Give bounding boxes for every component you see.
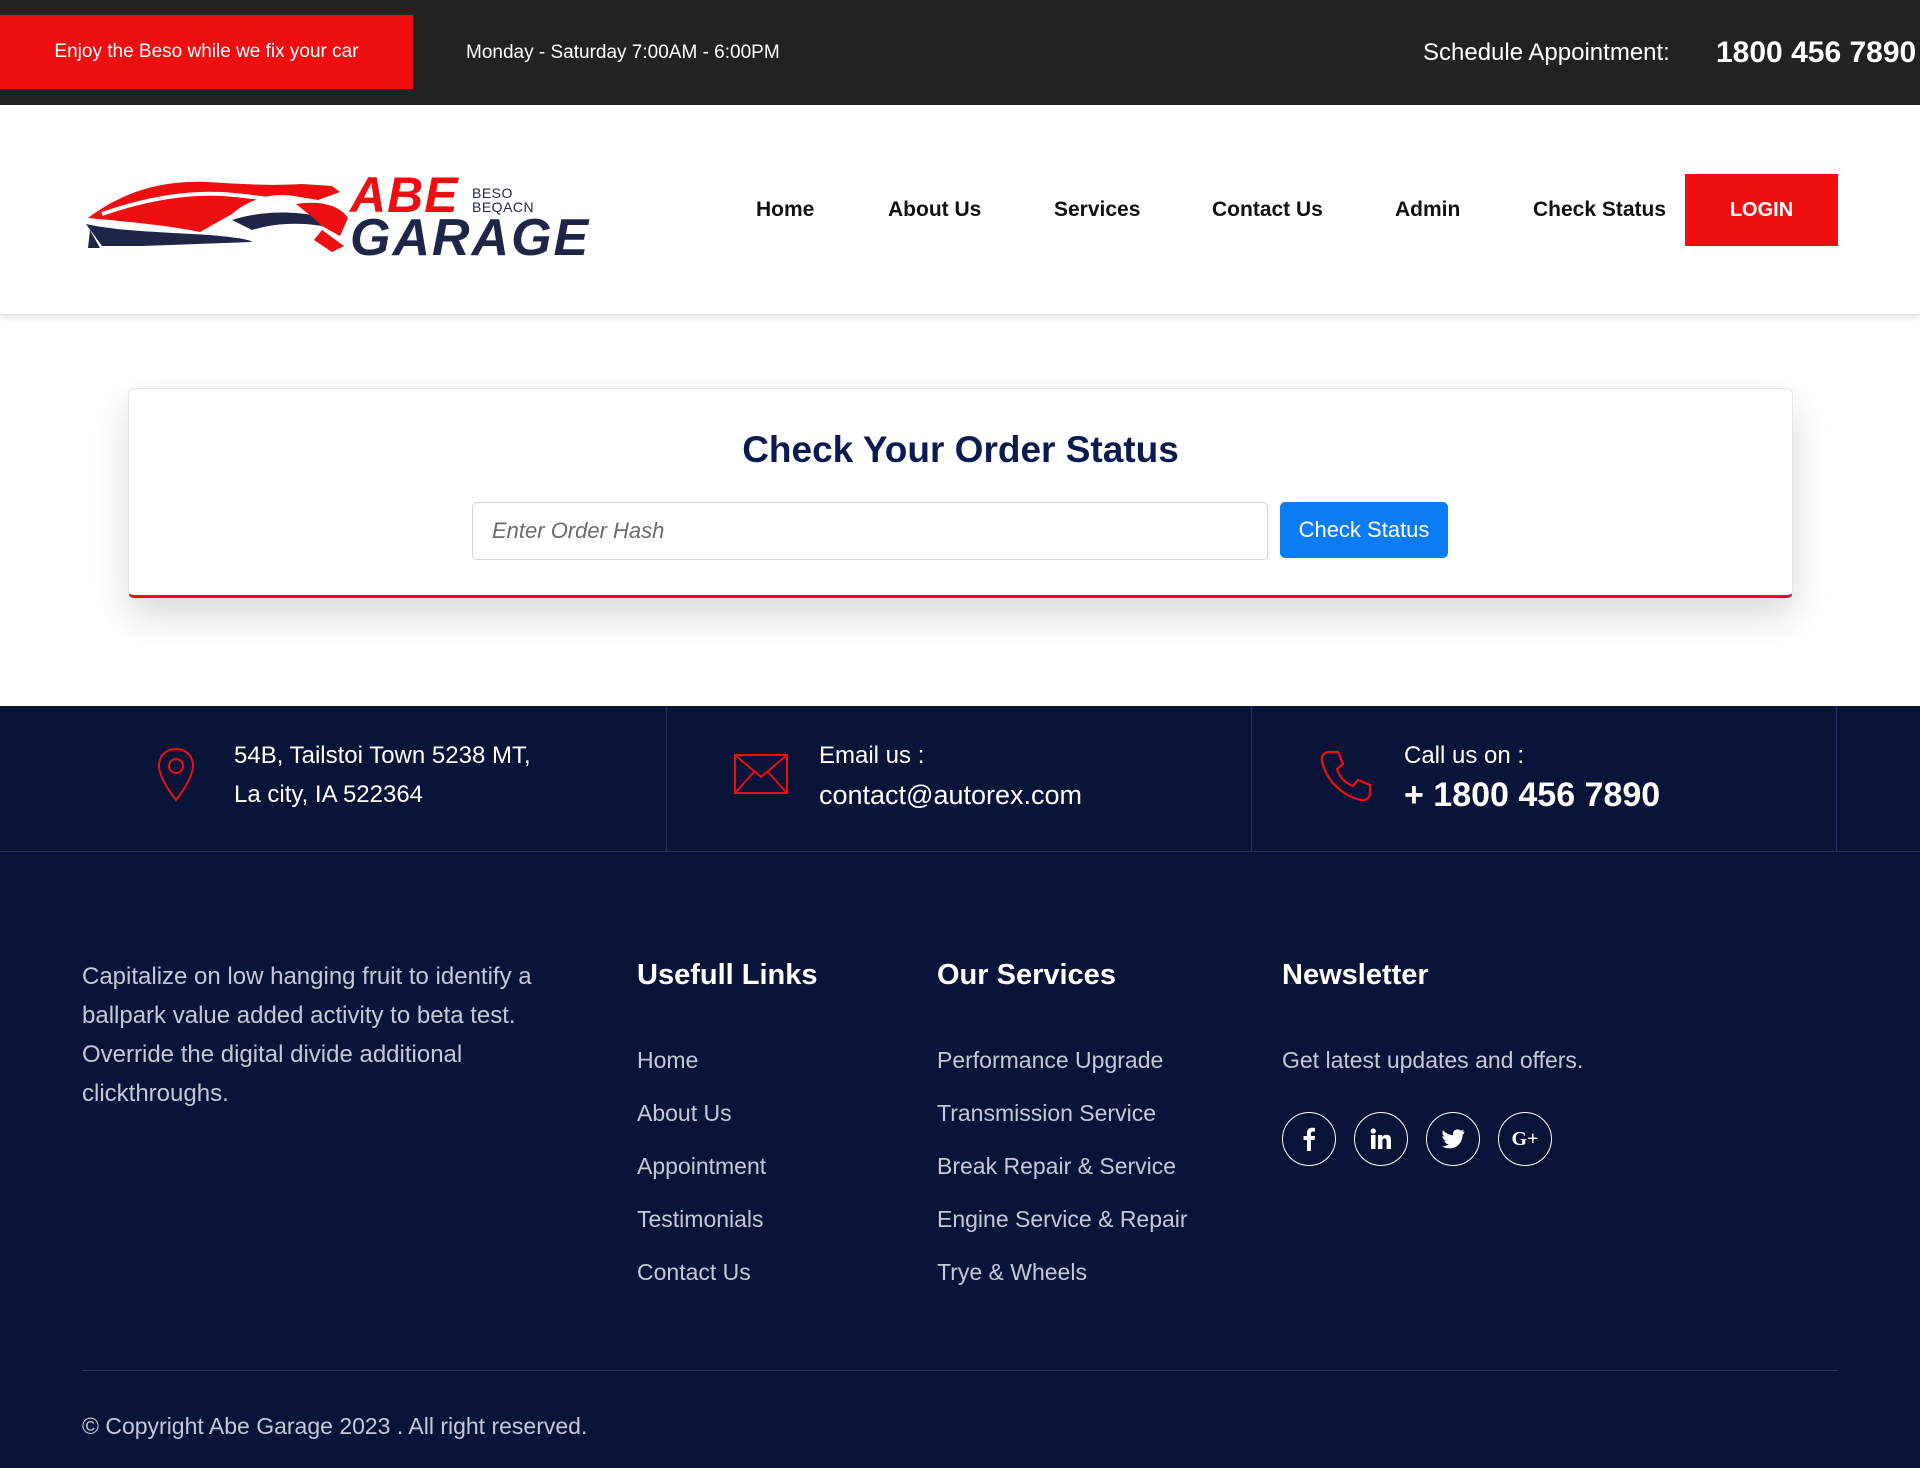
nav-admin[interactable]: Admin [1395,105,1460,315]
opening-hours: Monday - Saturday 7:00AM - 6:00PM [466,41,780,63]
login-button[interactable]: LOGIN [1685,174,1838,246]
facebook-icon[interactable] [1282,1112,1336,1166]
google-plus-icon[interactable]: G+ [1498,1112,1552,1166]
car-logo-icon [86,181,348,252]
check-status-button[interactable]: Check Status [1280,502,1448,558]
service-link-engine-service[interactable]: Engine Service & Repair [937,1206,1188,1259]
promo-banner: Enjoy the Beso while we fix your car [0,15,413,89]
order-status-title: Check Your Order Status [742,429,1179,470]
contact-email: Email us : contact@autorex.com [666,706,1251,852]
our-services-title: Our Services [937,959,1116,991]
nav-contact-us[interactable]: Contact Us [1212,105,1323,315]
site-header: ABE BESO BEQACN GARAGE Home About Us Ser… [0,105,1920,315]
site-footer: Capitalize on low hanging fruit to ident… [0,852,1920,1468]
service-link-performance-upgrade[interactable]: Performance Upgrade [937,1047,1188,1100]
service-link-break-repair[interactable]: Break Repair & Service [937,1153,1188,1206]
call-number[interactable]: + 1800 456 7890 [1404,776,1660,815]
footer-link-testimonials[interactable]: Testimonials [637,1206,766,1259]
address-line-1: 54B, Tailstoi Town 5238 MT, [234,742,531,769]
service-link-transmission[interactable]: Transmission Service [937,1100,1188,1153]
top-bar: Enjoy the Beso while we fix your car Mon… [0,0,1920,105]
linkedin-icon[interactable] [1354,1112,1408,1166]
order-hash-input[interactable] [472,502,1268,560]
footer-link-appointment[interactable]: Appointment [637,1153,766,1206]
contact-phone: Call us on : + 1800 456 7890 [1251,706,1836,852]
schedule-appointment-label: Schedule Appointment: [1423,38,1670,66]
useful-links-list: Home About Us Appointment Testimonials C… [637,1047,766,1312]
order-status-card: Check Your Order Status Check Status [128,388,1793,598]
footer-divider [82,1370,1838,1371]
email-address[interactable]: contact@autorex.com [819,780,1082,811]
our-services-list: Performance Upgrade Transmission Service… [937,1047,1188,1312]
envelope-icon [734,754,788,794]
nav-about-us[interactable]: About Us [888,105,981,315]
copyright-text: © Copyright Abe Garage 2023 . All right … [82,1413,588,1439]
contact-address: 54B, Tailstoi Town 5238 MT, La city, IA … [0,706,666,852]
footer-link-about-us[interactable]: About Us [637,1100,766,1153]
contact-info-strip: 54B, Tailstoi Town 5238 MT, La city, IA … [0,706,1920,852]
site-logo[interactable]: ABE BESO BEQACN GARAGE [82,160,588,265]
newsletter-text: Get latest updates and offers. [1282,1047,1584,1073]
footer-about-text: Capitalize on low hanging fruit to ident… [82,963,532,1107]
newsletter-title: Newsletter [1282,959,1429,991]
call-label: Call us on : [1404,742,1525,769]
email-label: Email us : [819,742,925,769]
logo-word-garage: GARAGE [350,209,591,267]
useful-links-title: Usefull Links [637,959,818,991]
nav-home[interactable]: Home [756,105,814,315]
service-link-tyre-wheels[interactable]: Trye & Wheels [937,1259,1188,1312]
footer-link-home[interactable]: Home [637,1047,766,1100]
twitter-icon[interactable] [1426,1112,1480,1166]
address-line-2: La city, IA 522364 [234,781,424,808]
map-pin-icon [157,747,195,802]
top-phone-number[interactable]: 1800 456 7890 [1716,0,1916,105]
nav-services[interactable]: Services [1054,105,1140,315]
nav-check-status[interactable]: Check Status [1533,105,1666,315]
divider [1836,706,1837,852]
phone-icon [1320,750,1372,802]
footer-link-contact-us[interactable]: Contact Us [637,1259,766,1312]
